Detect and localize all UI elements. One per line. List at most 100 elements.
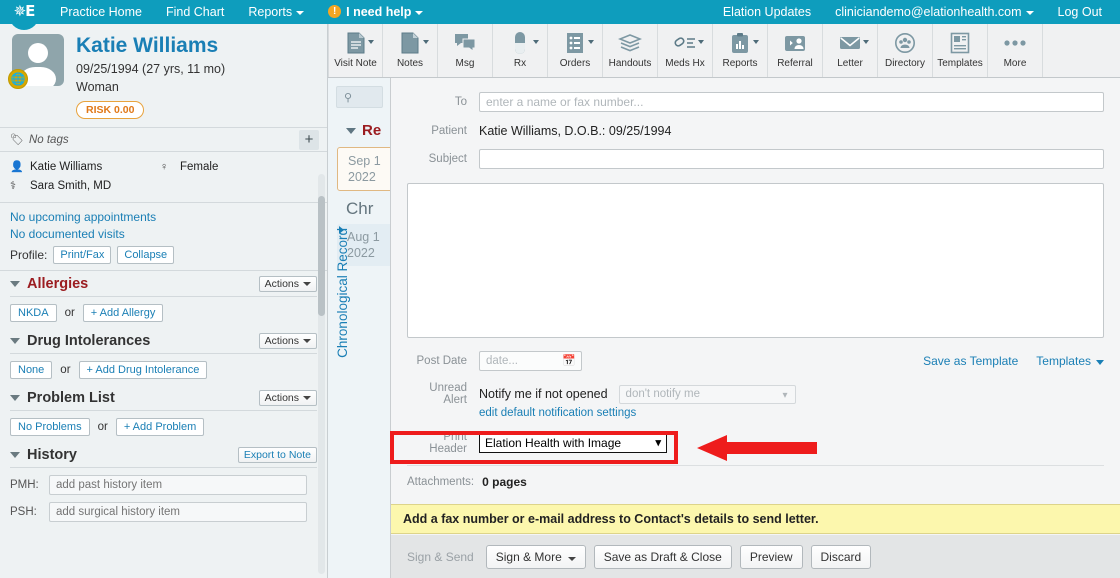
attachments-value: 0 pages (482, 475, 527, 489)
calendar-icon[interactable]: 📅 (562, 354, 576, 367)
patient-field-label: Patient (407, 125, 479, 137)
patient-tags-bar: 🏷 No tags + (0, 127, 327, 152)
toolbar-msg[interactable]: Msg (438, 24, 493, 77)
add-tag-button[interactable]: + (299, 130, 319, 150)
toolbar-reports[interactable]: Reports (713, 24, 768, 77)
toolbar-rx[interactable]: Rx (493, 24, 548, 77)
print-fax-button[interactable]: Print/Fax (53, 246, 111, 264)
to-row: To (391, 92, 1120, 112)
toolbar-handouts[interactable]: Handouts (603, 24, 658, 77)
section-title-history: History (27, 447, 77, 463)
toolbar-visit-note[interactable]: Visit Note (328, 24, 383, 77)
recent-section-header[interactable]: Re (328, 122, 391, 139)
discard-button[interactable]: Discard (811, 545, 872, 569)
nav-account-menu[interactable]: cliniciandemo@elationhealth.com (823, 0, 1045, 24)
save-as-template-link[interactable]: Save as Template (923, 354, 1018, 368)
sidebar-scrollbar[interactable] (318, 174, 325, 574)
templates-dropdown-link[interactable]: Templates (1036, 354, 1104, 368)
toolbar-meds-hx[interactable]: Meds Hx (658, 24, 713, 77)
patient-sex: Woman (76, 78, 225, 96)
post-date-input[interactable]: date... 📅 (479, 351, 582, 371)
chrono-card-sep-date: Sep 1 (348, 153, 392, 169)
elation-logo[interactable]: ✵E (0, 0, 48, 24)
pmh-input[interactable] (49, 475, 307, 495)
print-header-select[interactable]: Elation Health with Image ▾ (479, 433, 667, 453)
subject-row: Subject (391, 149, 1120, 169)
add-allergy-button[interactable]: + Add Allergy (83, 304, 164, 322)
patient-sidebar: 🌐 Katie Williams 09/25/1994 (27 yrs, 11 … (0, 24, 328, 578)
alert-exclamation-icon: ! (328, 5, 341, 18)
unread-alert-row: Unread Alert Notify me if not opened don… (391, 382, 1120, 406)
chevron-down-icon (303, 282, 311, 286)
no-upcoming-appointments-link[interactable]: No upcoming appointments (10, 209, 317, 226)
avatar[interactable]: 🌐 (12, 34, 64, 86)
problem-list-actions-button[interactable]: Actions (259, 390, 317, 406)
chrono-section-label: Chr (346, 199, 391, 219)
chrono-card-sep[interactable]: Sep 1 2022 (337, 147, 392, 191)
drug-intolerances-actions-button[interactable]: Actions (259, 333, 317, 349)
detail-patient-name: Katie Williams (30, 158, 102, 177)
toolbar-referral[interactable]: Referral (768, 24, 823, 77)
to-input[interactable] (479, 92, 1104, 112)
meds-history-icon (673, 29, 697, 57)
top-navigation-bar: ✵E Practice Home Find Chart Reports !I n… (0, 0, 1120, 24)
no-problems-chip[interactable]: No Problems (10, 418, 90, 436)
collapse-triangle-icon[interactable] (10, 452, 20, 458)
sign-and-more-button[interactable]: Sign & More (486, 545, 586, 569)
export-to-note-button[interactable]: Export to Note (238, 447, 317, 463)
warning-text: Add a fax number or e-mail address to Co… (403, 512, 819, 526)
chevron-down-icon (415, 11, 423, 15)
collapse-triangle-icon[interactable] (10, 338, 20, 344)
toolbar-notes-label: Notes (397, 58, 423, 70)
notify-select[interactable]: don't notify me ▾ (619, 385, 796, 404)
psh-input[interactable] (49, 502, 307, 522)
stethoscope-icon: ⚕ (10, 177, 24, 196)
subject-input[interactable] (479, 149, 1104, 169)
nav-i-need-help[interactable]: !I need help (316, 0, 435, 24)
save-as-draft-and-close-button[interactable]: Save as Draft & Close (594, 545, 732, 569)
elation-emr-app: ✵E Practice Home Find Chart Reports !I n… (0, 0, 1120, 578)
top-nav-left-links: Practice Home Find Chart Reports !I need… (48, 0, 435, 24)
add-drug-intolerance-button[interactable]: + Add Drug Intolerance (79, 361, 208, 379)
edit-default-notification-settings-link[interactable]: edit default notification settings (479, 407, 636, 419)
collapse-triangle-icon[interactable] (10, 395, 20, 401)
no-documented-visits-link[interactable]: No documented visits (10, 226, 317, 243)
toolbar-orders[interactable]: Orders (548, 24, 603, 77)
nav-log-out[interactable]: Log Out (1046, 0, 1114, 24)
chevron-down-icon (296, 11, 304, 15)
collapse-triangle-icon[interactable] (10, 281, 20, 287)
attachments-row: Attachments: 0 pages (391, 466, 1120, 489)
nav-practice-home[interactable]: Practice Home (48, 0, 154, 24)
notes-icon (401, 29, 419, 57)
patient-name[interactable]: Katie Williams (76, 34, 225, 58)
allergies-actions-button[interactable]: Actions (259, 276, 317, 292)
envelope-icon (838, 29, 862, 57)
nav-find-chart[interactable]: Find Chart (154, 0, 236, 24)
tag-icon: 🏷 (10, 133, 24, 146)
templates-dropdown-label: Templates (1036, 354, 1091, 368)
chronological-record-tab[interactable]: Chronological Record (328, 228, 356, 548)
toolbar-more-label: More (1004, 58, 1027, 70)
unread-alert-label: Unread Alert (407, 382, 479, 406)
nav-reports[interactable]: Reports (236, 0, 316, 24)
drug-intolerance-none-chip[interactable]: None (10, 361, 52, 379)
toolbar-letter[interactable]: Letter (823, 24, 878, 77)
edit-notification-row: edit default notification settings (391, 407, 1120, 419)
toolbar-templates[interactable]: Templates (933, 24, 988, 77)
print-header-selected-value: Elation Health with Image (485, 436, 621, 450)
chart-search-input[interactable]: ⚲ (336, 86, 383, 108)
toolbar-notes[interactable]: Notes (383, 24, 438, 77)
letter-body-textarea[interactable] (407, 183, 1104, 338)
elation-logo-glyph: ✵E (14, 4, 35, 19)
or-label: or (98, 421, 108, 433)
collapse-button[interactable]: Collapse (117, 246, 174, 264)
allergy-nkda-chip[interactable]: NKDA (10, 304, 57, 322)
add-problem-button[interactable]: + Add Problem (116, 418, 204, 436)
toolbar-directory[interactable]: Directory (878, 24, 933, 77)
templates-layout-icon (950, 29, 970, 57)
sign-and-send-button[interactable]: Sign & Send (403, 546, 478, 568)
preview-button[interactable]: Preview (740, 545, 803, 569)
toolbar-more[interactable]: More (988, 24, 1043, 77)
top-nav-right-links: Elation Updates cliniciandemo@elationhea… (711, 0, 1120, 24)
nav-elation-updates[interactable]: Elation Updates (711, 0, 823, 24)
